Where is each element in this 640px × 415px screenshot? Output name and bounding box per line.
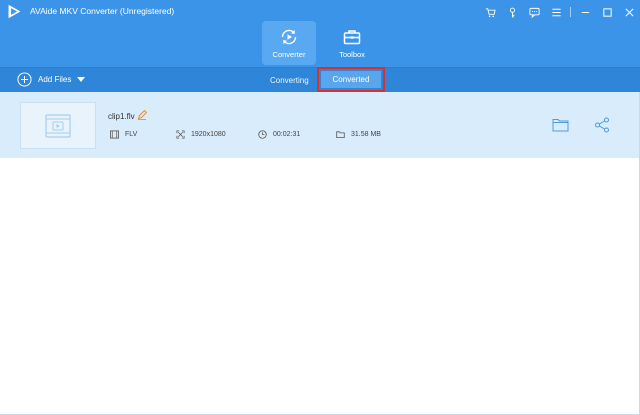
share-icon[interactable] <box>594 117 610 133</box>
window-controls <box>479 0 640 24</box>
list-item[interactable]: clip1.flv FLV 1920x1080 00:02:31 31.58 M… <box>0 92 640 158</box>
menu-icon[interactable] <box>545 1 567 23</box>
file-resolution: 1920x1080 <box>176 130 226 139</box>
app-logo-icon <box>8 4 21 19</box>
file-format: FLV <box>110 130 137 139</box>
separator <box>570 7 571 17</box>
video-thumbnail[interactable] <box>20 102 96 149</box>
resolution-icon <box>176 130 185 139</box>
minimize-icon[interactable] <box>574 1 596 23</box>
file-name: clip1.flv <box>108 112 135 121</box>
clock-icon <box>258 130 267 139</box>
file-duration: 00:02:31 <box>258 130 300 139</box>
subtab-converted-highlight: Converted <box>317 67 385 92</box>
file-duration-value: 00:02:31 <box>273 131 301 138</box>
file-size-value: 31.58 MB <box>351 131 381 138</box>
toolbox-icon <box>343 30 361 45</box>
tab-toolbox-label: Toolbox <box>339 50 365 59</box>
converted-list: clip1.flv FLV 1920x1080 00:02:31 31.58 M… <box>0 92 640 415</box>
folder-size-icon <box>336 131 345 139</box>
converter-icon <box>281 29 297 45</box>
add-files-button[interactable]: Add Files <box>17 72 86 87</box>
feedback-icon[interactable] <box>523 1 545 23</box>
title-bar: AVAide MKV Converter (Unregistered) Conv… <box>0 0 640 67</box>
dropdown-caret-icon[interactable] <box>77 76 86 83</box>
subtab-converting[interactable]: Converting <box>270 76 309 85</box>
tab-converter-label: Converter <box>272 50 306 59</box>
add-circle-icon <box>17 72 32 87</box>
tab-converter[interactable]: Converter <box>262 21 316 65</box>
key-icon[interactable] <box>501 1 523 23</box>
cart-icon[interactable] <box>479 1 501 23</box>
film-icon <box>110 130 119 139</box>
subtab-converted[interactable]: Converted <box>321 71 381 88</box>
video-thumbnail-icon <box>45 113 71 138</box>
file-resolution-value: 1920x1080 <box>191 131 226 138</box>
add-files-label: Add Files <box>38 75 72 84</box>
open-folder-icon[interactable] <box>552 118 569 132</box>
window-title: AVAide MKV Converter (Unregistered) <box>30 6 175 16</box>
edit-icon[interactable] <box>137 110 147 120</box>
close-icon[interactable] <box>618 1 640 23</box>
subtab-converted-label: Converted <box>332 75 370 84</box>
file-size: 31.58 MB <box>336 130 381 139</box>
maximize-icon[interactable] <box>596 1 618 23</box>
tab-toolbox[interactable]: Toolbox <box>325 21 379 65</box>
file-format-value: FLV <box>125 131 138 138</box>
